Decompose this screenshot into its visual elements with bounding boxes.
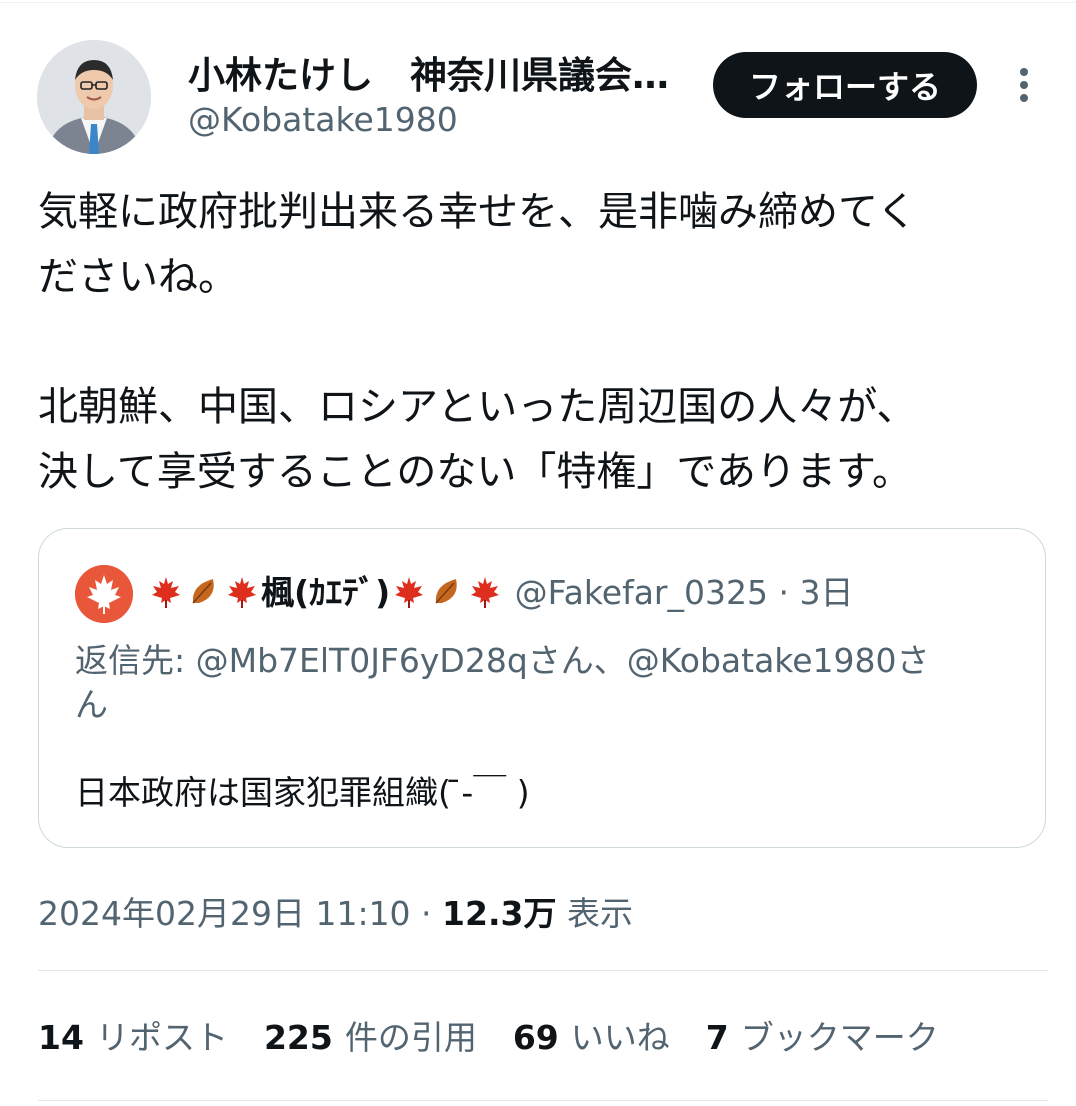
quotes-count: 225 <box>263 1018 333 1057</box>
reposts-stat[interactable]: 14 リポスト <box>38 1016 228 1060</box>
reply-to-line-2: ん <box>75 685 108 724</box>
tweet-meta: 2024年02月29日 11:10 · 12.3万 表示 <box>38 892 633 936</box>
separator: · <box>767 573 800 612</box>
bookmarks-label: ブックマーク <box>740 1018 939 1057</box>
maple-leaf-icon <box>471 577 500 608</box>
quoted-header: 楓(ｶｴﾃﾞ) @Fakefar_0325 · 3日 <box>147 571 853 615</box>
separator: · <box>410 894 443 933</box>
author-handle[interactable]: @Kobatake1980 <box>188 100 458 140</box>
divider <box>38 1100 1048 1101</box>
likes-label: いいね <box>570 1018 670 1057</box>
more-options-icon[interactable] <box>1008 64 1040 108</box>
author-name[interactable]: 小林たけし 神奈川県議会… <box>188 54 678 98</box>
fallen-leaf-icon <box>192 579 214 604</box>
likes-stat[interactable]: 69 いいね <box>513 1016 670 1060</box>
view-count: 12.3万 <box>442 894 557 933</box>
reposts-count: 14 <box>38 1018 84 1057</box>
tweet-datetime[interactable]: 2024年02月29日 11:10 <box>38 894 411 933</box>
maple-leaf-icon <box>228 577 256 608</box>
likes-count: 69 <box>512 1018 559 1057</box>
quotes-label: 件の引用 <box>344 1018 477 1057</box>
reposts-label: リポスト <box>95 1018 228 1057</box>
quoted-handle[interactable]: @Fakefar_0325 <box>515 573 768 612</box>
reply-to: 返信先: @Mb7ElT0JF6yD28qさん、@Kobatake1980さ ん <box>75 639 995 727</box>
tweet-line-2: ださいね。 <box>38 254 238 300</box>
tweet-line-4: 決して享受することのない「特権」であります。 <box>38 449 912 495</box>
quoted-text: 日本政府は国家犯罪組織( ̄-￣ ) <box>75 773 530 812</box>
quoted-avatar[interactable] <box>75 565 133 623</box>
tweet-text: 気軽に政府批判出来る幸せを、是非噛み締めてく ださいね。 北朝鮮、中国、ロシアと… <box>38 180 1048 505</box>
bookmarks-stat[interactable]: 7 ブックマーク <box>706 1016 939 1060</box>
quoted-name[interactable]: 楓(ｶｴﾃﾞ) <box>261 573 390 612</box>
reply-to-line-1: 返信先: @Mb7ElT0JF6yD28qさん、@Kobatake1980さ <box>75 641 930 680</box>
quoted-time[interactable]: 3日 <box>799 573 853 612</box>
engagement-stats: 14 リポスト 225 件の引用 69 いいね 7 ブックマーク <box>38 1016 939 1060</box>
author-avatar[interactable] <box>37 40 151 154</box>
bookmarks-count: 7 <box>705 1018 729 1057</box>
fallen-leaf-icon <box>435 579 457 604</box>
divider <box>38 970 1048 971</box>
quotes-stat[interactable]: 225 件の引用 <box>264 1016 477 1060</box>
view-label: 表示 <box>566 894 633 933</box>
top-divider <box>0 2 1076 3</box>
maple-leaf-icon <box>395 577 424 608</box>
quoted-tweet[interactable]: 楓(ｶｴﾃﾞ) @Fakefar_0325 · 3日 返信先: @Mb7ElT0… <box>38 528 1046 848</box>
follow-button[interactable]: フォローする <box>713 52 977 118</box>
tweet-line-3: 北朝鮮、中国、ロシアといった周辺国の人々が、 <box>38 384 917 430</box>
tweet-line-1: 気軽に政府批判出来る幸せを、是非噛み締めてく <box>38 189 917 235</box>
maple-leaf-icon <box>152 577 180 608</box>
